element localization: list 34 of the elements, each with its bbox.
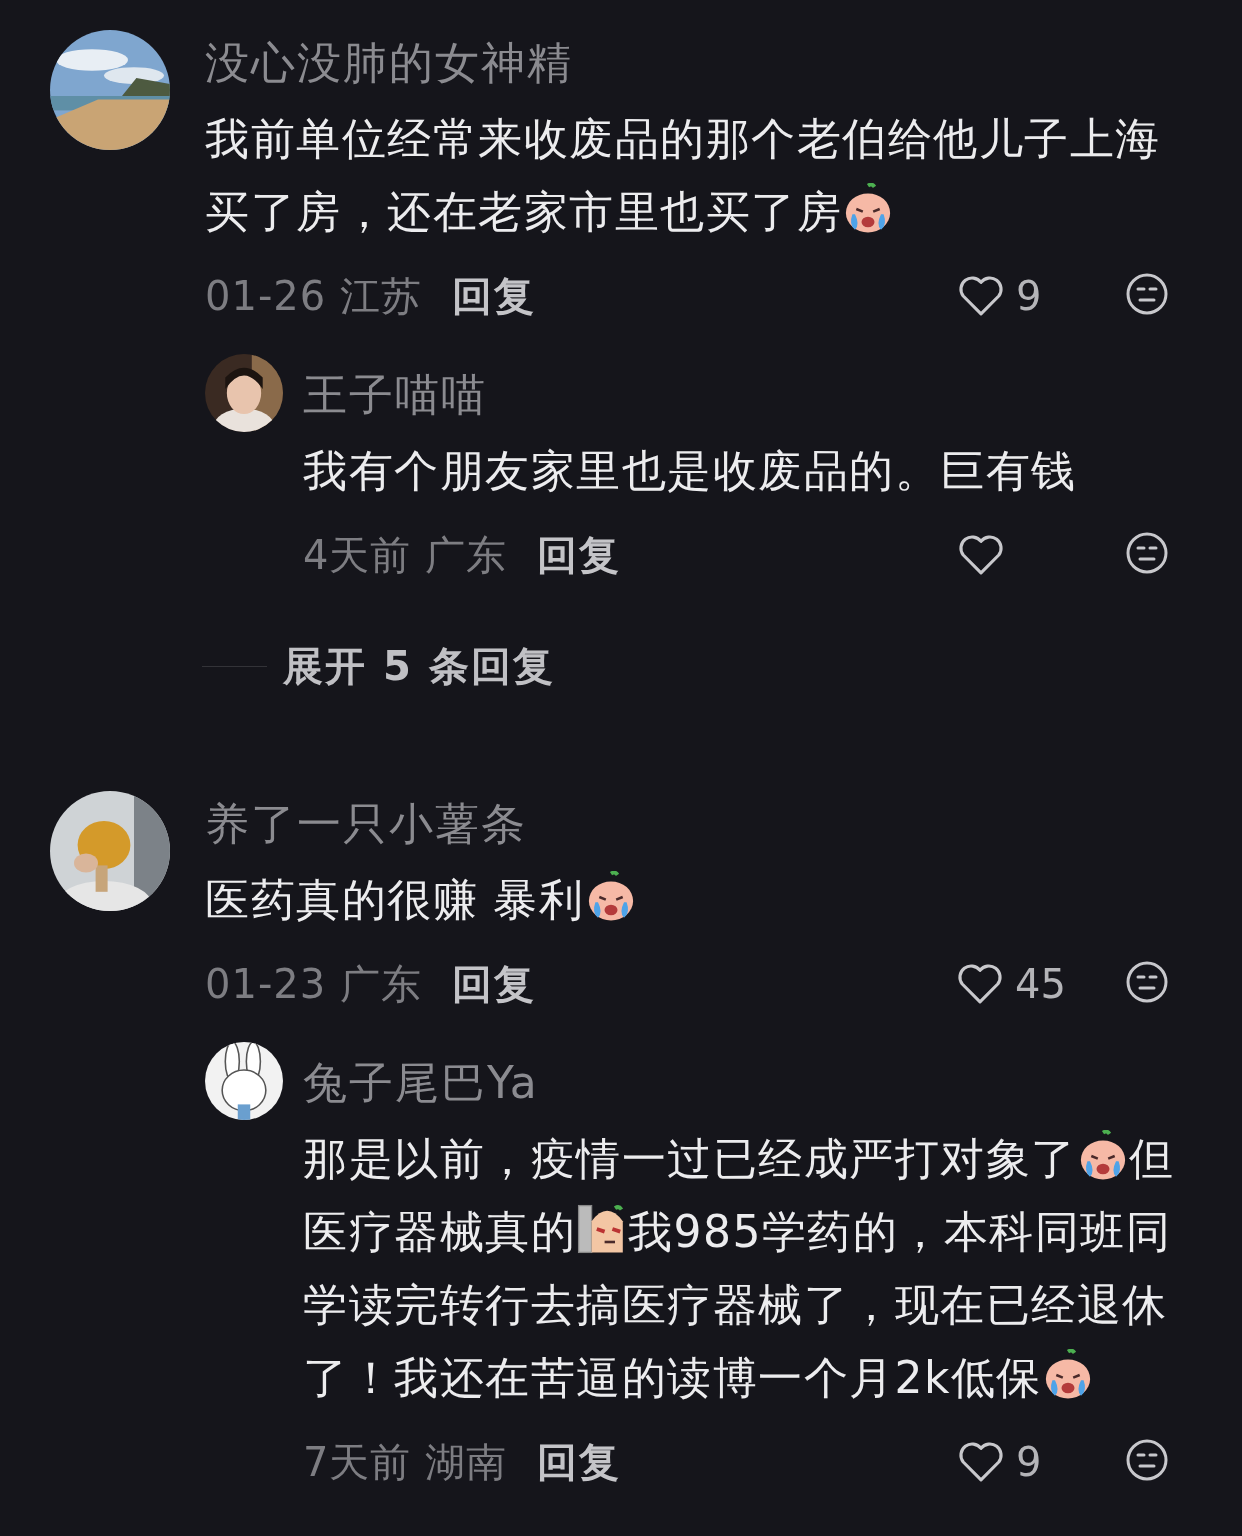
time-location: 7天前 湖南 bbox=[303, 1437, 508, 1487]
heart-icon[interactable] bbox=[958, 1440, 1004, 1484]
neutral-face-icon[interactable] bbox=[1124, 960, 1170, 1004]
comment-text: 我有个朋友家里也是收废品的。巨有钱 bbox=[303, 445, 1077, 496]
comment-text: 买了房，还在老家市里也买了房 bbox=[205, 186, 842, 237]
comment-text: 了！我还在苦逼的读博一个月2k低保 bbox=[303, 1352, 1042, 1403]
comment-text: 那是以前，疫情一过已经成严打对象了 bbox=[303, 1133, 1077, 1184]
comment-text: 但 bbox=[1128, 1133, 1174, 1184]
comment-text: 医药真的很赚 暴利 bbox=[205, 874, 585, 925]
time-location: 01-23 广东 bbox=[205, 959, 422, 1009]
username[interactable]: 兔子尾巴Ya bbox=[303, 1048, 539, 1118]
reply-link[interactable]: 回复 bbox=[537, 1434, 622, 1490]
username[interactable]: 没心没肺的女神精 bbox=[205, 28, 573, 98]
heart-icon[interactable] bbox=[957, 962, 1004, 1006]
username[interactable]: 养了一只小薯条 bbox=[205, 789, 527, 859]
expand-replies-link[interactable]: 展开 5 条回复 bbox=[283, 639, 555, 694]
reply-link[interactable]: 回复 bbox=[537, 527, 622, 583]
reply-link[interactable]: 回复 bbox=[451, 268, 536, 324]
neutral-face-icon[interactable] bbox=[1124, 272, 1170, 316]
like-count: 9 bbox=[1016, 273, 1043, 319]
neutral-face-icon[interactable] bbox=[1124, 1438, 1170, 1482]
like-count: 45 bbox=[1015, 961, 1066, 1007]
comment-text: 学读完转行去搞医疗器械了，现在已经退休 bbox=[303, 1279, 1168, 1330]
heart-icon[interactable] bbox=[958, 274, 1004, 318]
reply-link[interactable]: 回复 bbox=[451, 956, 536, 1012]
time-location: 4天前 广东 bbox=[303, 530, 508, 580]
heart-icon[interactable] bbox=[958, 533, 1004, 577]
comment-text: 我985学药的，本科同班同 bbox=[628, 1206, 1172, 1257]
like-count: 9 bbox=[1016, 1439, 1043, 1485]
comment-text: 医疗器械真的 bbox=[303, 1206, 576, 1257]
comment-text: 我前单位经常来收废品的那个老伯给他儿子上海 bbox=[205, 113, 1161, 164]
username[interactable]: 王子喵喵 bbox=[303, 360, 487, 430]
time-location: 01-26 江苏 bbox=[205, 271, 422, 321]
neutral-face-icon[interactable] bbox=[1124, 531, 1170, 575]
